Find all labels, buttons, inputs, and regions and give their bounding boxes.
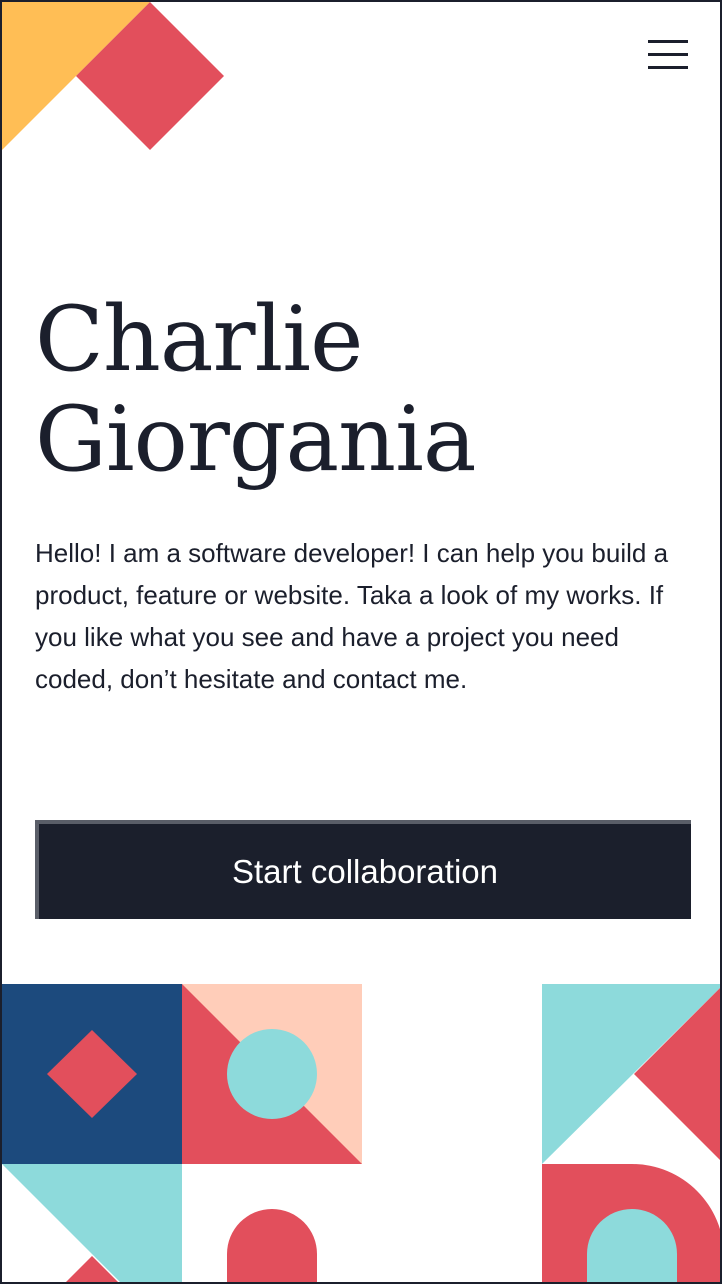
first-name: Charlie [35, 287, 363, 392]
coral-arch-shape [227, 1209, 317, 1282]
menu-bar [648, 53, 688, 56]
start-collaboration-button[interactable]: Start collaboration [35, 820, 691, 919]
last-name: Giorgania [35, 387, 477, 492]
intro-text: Hello! I am a software developer! I can … [35, 538, 669, 694]
decorative-shapes-bottom [2, 984, 720, 1282]
decorative-shapes-top [2, 2, 224, 150]
menu-bar [648, 66, 688, 69]
menu-bar [648, 40, 688, 43]
hamburger-menu-icon[interactable] [648, 40, 690, 72]
page-frame: Charlie Giorgania Hello! I am a software… [0, 0, 722, 1284]
page-title: Charlie Giorgania [35, 290, 695, 490]
teal-circle-shape [227, 1029, 317, 1119]
